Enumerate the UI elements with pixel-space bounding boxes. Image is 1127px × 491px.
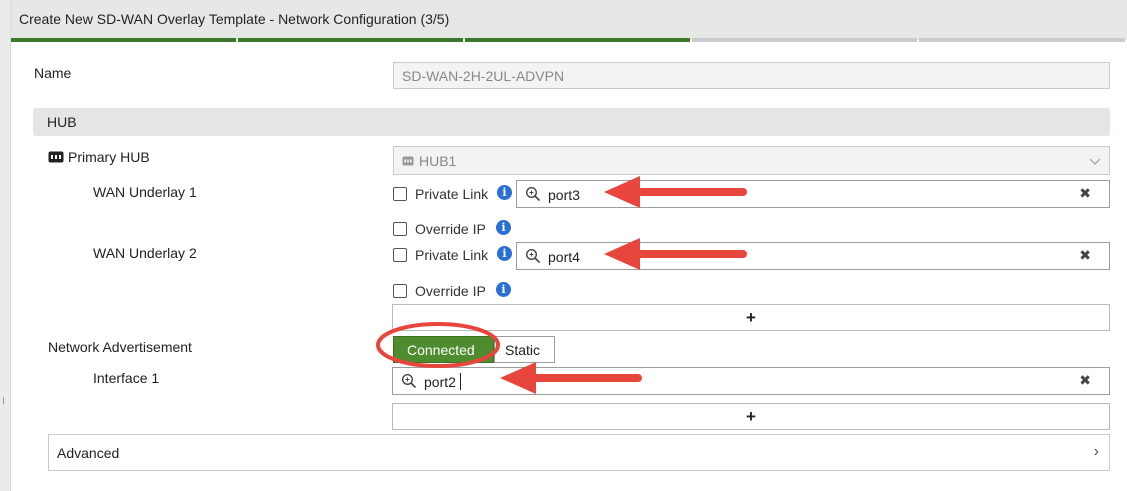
progress-step-1 — [11, 38, 236, 42]
wan-underlay-2-label: WAN Underlay 2 — [93, 245, 197, 261]
wan1-interface-value: port3 — [548, 187, 580, 203]
device-icon — [48, 151, 64, 163]
progress-step-3 — [465, 38, 690, 42]
add-icon: + — [746, 407, 756, 426]
interface-1-input[interactable]: port2 ✖ — [392, 367, 1110, 395]
name-value: SD-WAN-2H-2UL-ADVPN — [402, 68, 565, 84]
name-label: Name — [34, 65, 72, 81]
text-cursor — [460, 373, 461, 390]
network-advertisement-label: Network Advertisement — [48, 339, 192, 355]
wan1-interface-input[interactable]: port3 ✖ — [516, 180, 1110, 208]
side-panel-strip: ⁞ — [0, 0, 11, 491]
progress-step-4 — [692, 38, 917, 42]
resize-grip-icon[interactable]: ⁞ — [2, 397, 5, 407]
wan2-override-ip-label: Override IP — [415, 283, 486, 299]
connected-toggle-button[interactable]: Connected — [393, 336, 494, 363]
clear-icon[interactable]: ✖ — [1079, 247, 1091, 264]
static-toggle-button[interactable]: Static — [494, 336, 555, 363]
info-icon[interactable]: i — [496, 282, 511, 297]
wan1-private-link-checkbox[interactable] — [393, 187, 407, 201]
wan1-override-ip-checkbox[interactable] — [393, 222, 407, 236]
interface-1-label: Interface 1 — [93, 370, 160, 386]
primary-hub-row: Primary HUB — [48, 149, 150, 165]
primary-hub-select[interactable]: HUB1 — [393, 146, 1110, 175]
chevron-down-icon — [1089, 158, 1101, 165]
wan2-private-link-label: Private Link — [415, 247, 489, 263]
primary-hub-value: HUB1 — [419, 153, 457, 169]
clear-icon[interactable]: ✖ — [1079, 185, 1091, 202]
wan2-interface-value: port4 — [548, 249, 580, 265]
wan2-interface-input[interactable]: port4 ✖ — [516, 242, 1110, 270]
add-interface-button[interactable]: + — [392, 403, 1110, 430]
progress-step-2 — [238, 38, 463, 42]
advanced-section-toggle[interactable]: Advanced › — [48, 434, 1110, 471]
primary-hub-label: Primary HUB — [68, 149, 150, 165]
advanced-label: Advanced — [57, 445, 120, 461]
wan-underlay-1-label: WAN Underlay 1 — [93, 184, 197, 200]
wan1-override-ip-label: Override IP — [415, 221, 486, 237]
chevron-right-icon: › — [1093, 443, 1099, 460]
wan1-private-link-label: Private Link — [415, 186, 489, 202]
static-toggle-label: Static — [505, 342, 541, 358]
hub-section-title: HUB — [47, 114, 77, 130]
info-icon[interactable]: i — [496, 220, 511, 235]
search-icon — [525, 186, 541, 202]
info-icon[interactable]: i — [497, 185, 512, 200]
interface-1-value: port2 — [424, 374, 456, 390]
add-icon: + — [746, 308, 756, 327]
hub-section-header: HUB — [33, 108, 1110, 136]
name-field: SD-WAN-2H-2UL-ADVPN — [393, 62, 1110, 89]
info-icon[interactable]: i — [497, 246, 512, 261]
window-titlebar: Create New SD-WAN Overlay Template - Net… — [11, 0, 1127, 40]
wan2-private-link-checkbox[interactable] — [393, 248, 407, 262]
connected-toggle-label: Connected — [407, 342, 475, 358]
clear-icon[interactable]: ✖ — [1079, 372, 1091, 389]
device-icon — [402, 156, 414, 166]
search-icon — [401, 373, 417, 389]
add-underlay-button[interactable]: + — [392, 304, 1110, 331]
wizard-progress-bar — [11, 38, 1127, 42]
search-icon — [525, 248, 541, 264]
window-title: Create New SD-WAN Overlay Template - Net… — [19, 11, 450, 27]
wan2-override-ip-checkbox[interactable] — [393, 284, 407, 298]
progress-step-5 — [919, 38, 1125, 42]
